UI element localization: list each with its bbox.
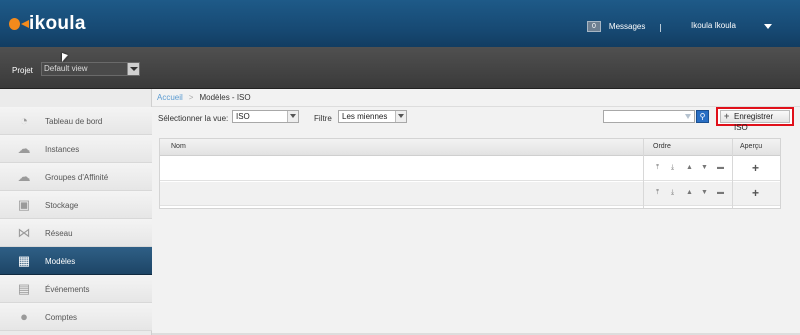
move-top-icon[interactable]: ⤒ [656, 189, 659, 197]
view-select-value: ISO [236, 112, 250, 121]
messages-link[interactable]: 0 Messages [587, 21, 645, 32]
chevron-down-icon[interactable] [287, 111, 298, 122]
search-options-chevron-icon[interactable] [685, 114, 691, 119]
cloud-icon: ☁ [17, 141, 31, 156]
chevron-down-icon[interactable] [395, 111, 406, 122]
table-header: Nom Ordre Aperçu [160, 139, 780, 156]
sidebar-item-label: Stockage [45, 201, 79, 210]
sidebar-item-instances[interactable]: ☁ Instances [0, 135, 152, 163]
move-down-icon[interactable]: ▼ [701, 189, 708, 196]
affinity-icon: ☁ [17, 169, 31, 184]
register-iso-button[interactable]: + Enregistrer ISO [720, 110, 790, 132]
breadcrumb-divider [152, 106, 800, 107]
register-iso-label: Enregistrer ISO [734, 112, 774, 132]
drag-handle-icon[interactable]: ▬ [717, 189, 724, 196]
fish-logo-icon [9, 17, 27, 31]
sidebar-item-label: Comptes [45, 313, 78, 322]
sidebar-item-label: Instances [45, 145, 80, 154]
network-icon: ⋈ [17, 225, 31, 240]
top-header: ikoula [0, 0, 800, 47]
templates-icon: ▦ [17, 253, 31, 268]
sidebar-item-storage[interactable]: ▣ Stockage [0, 191, 152, 219]
search-input[interactable] [603, 110, 695, 123]
plus-icon: + [724, 111, 730, 121]
sidebar-item-label: Groupes d'Affinité [45, 173, 109, 182]
filter-select[interactable]: Les miennes [338, 110, 407, 123]
breadcrumb-separator: > [188, 93, 194, 102]
filter-select-value: Les miennes [342, 112, 388, 121]
sidebar-item-label: Événements [45, 285, 90, 294]
column-divider [732, 139, 733, 208]
sidebar-item-network[interactable]: ⋈ Réseau [0, 219, 152, 247]
search-button[interactable]: ⚲ [696, 110, 709, 123]
table-row[interactable]: ⤒ ⤓ ▲ ▼ ▬ + [160, 182, 780, 206]
sidebar-item-label: Réseau [45, 229, 73, 238]
user-menu[interactable]: Ikoula Ikoula [691, 21, 736, 30]
column-divider [643, 139, 644, 208]
filter-label: Filtre [314, 114, 332, 123]
main-content: Accueil > Modèles - ISO Sélectionner la … [152, 89, 800, 335]
logo-text: ikoula [29, 13, 86, 34]
move-up-icon[interactable]: ▲ [686, 189, 693, 196]
header-divider [660, 24, 661, 32]
move-down-icon[interactable]: ▼ [701, 164, 708, 171]
view-select-label: Sélectionner la vue: [158, 114, 229, 123]
expand-plus-icon[interactable]: + [752, 161, 759, 175]
column-header-name[interactable]: Nom [171, 143, 186, 150]
sidebar-item-dashboard[interactable]: ◔ Tableau de bord [0, 107, 152, 135]
expand-plus-icon[interactable]: + [752, 186, 759, 200]
move-up-icon[interactable]: ▲ [686, 164, 693, 171]
sidebar-item-label: Tableau de bord [45, 117, 103, 126]
storage-icon: ▣ [17, 197, 31, 212]
column-header-preview: Aperçu [740, 143, 763, 150]
chevron-down-icon[interactable] [127, 63, 139, 75]
sidebar: ◔ Tableau de bord ☁ Instances ☁ Groupes … [0, 89, 152, 335]
project-label: Projet [12, 66, 33, 75]
sidebar-item-accounts[interactable]: ● Comptes [0, 303, 152, 331]
project-select-value: Default view [44, 64, 88, 73]
sidebar-item-label: Modèles [45, 257, 76, 266]
logo[interactable]: ikoula [9, 13, 86, 35]
project-select[interactable]: Default view [41, 62, 140, 76]
search-icon: ⚲ [699, 112, 706, 121]
sidebar-item-events[interactable]: ▤ Événements [0, 275, 152, 303]
chevron-down-icon[interactable] [764, 24, 772, 29]
dashboard-icon: ◔ [20, 113, 28, 128]
calendar-icon: ▤ [17, 281, 31, 296]
sidebar-item-templates[interactable]: ▦ Modèles [0, 247, 152, 275]
move-bottom-icon[interactable]: ⤓ [671, 164, 674, 172]
sidebar-item-affinity-groups[interactable]: ☁ Groupes d'Affinité [0, 163, 152, 191]
move-bottom-icon[interactable]: ⤓ [671, 189, 674, 197]
messages-count-badge: 0 [587, 21, 601, 32]
messages-label: Messages [608, 22, 646, 31]
iso-table: Nom Ordre Aperçu ⤒ ⤓ ▲ ▼ ▬ + ⤒ ⤓ ▲ ▼ ▬ + [159, 138, 781, 209]
move-top-icon[interactable]: ⤒ [656, 164, 659, 172]
breadcrumb: Accueil > Modèles - ISO [157, 93, 251, 102]
table-row[interactable]: ⤒ ⤓ ▲ ▼ ▬ + [160, 157, 780, 181]
breadcrumb-current: Modèles - ISO [199, 93, 251, 102]
register-iso-highlight: + Enregistrer ISO [716, 107, 794, 132]
breadcrumb-home-link[interactable]: Accueil [157, 93, 183, 102]
view-select[interactable]: ISO [232, 110, 299, 123]
mouse-cursor-icon [62, 52, 68, 65]
drag-handle-icon[interactable]: ▬ [717, 164, 724, 171]
column-header-order: Ordre [653, 143, 671, 150]
user-icon: ● [20, 309, 28, 324]
